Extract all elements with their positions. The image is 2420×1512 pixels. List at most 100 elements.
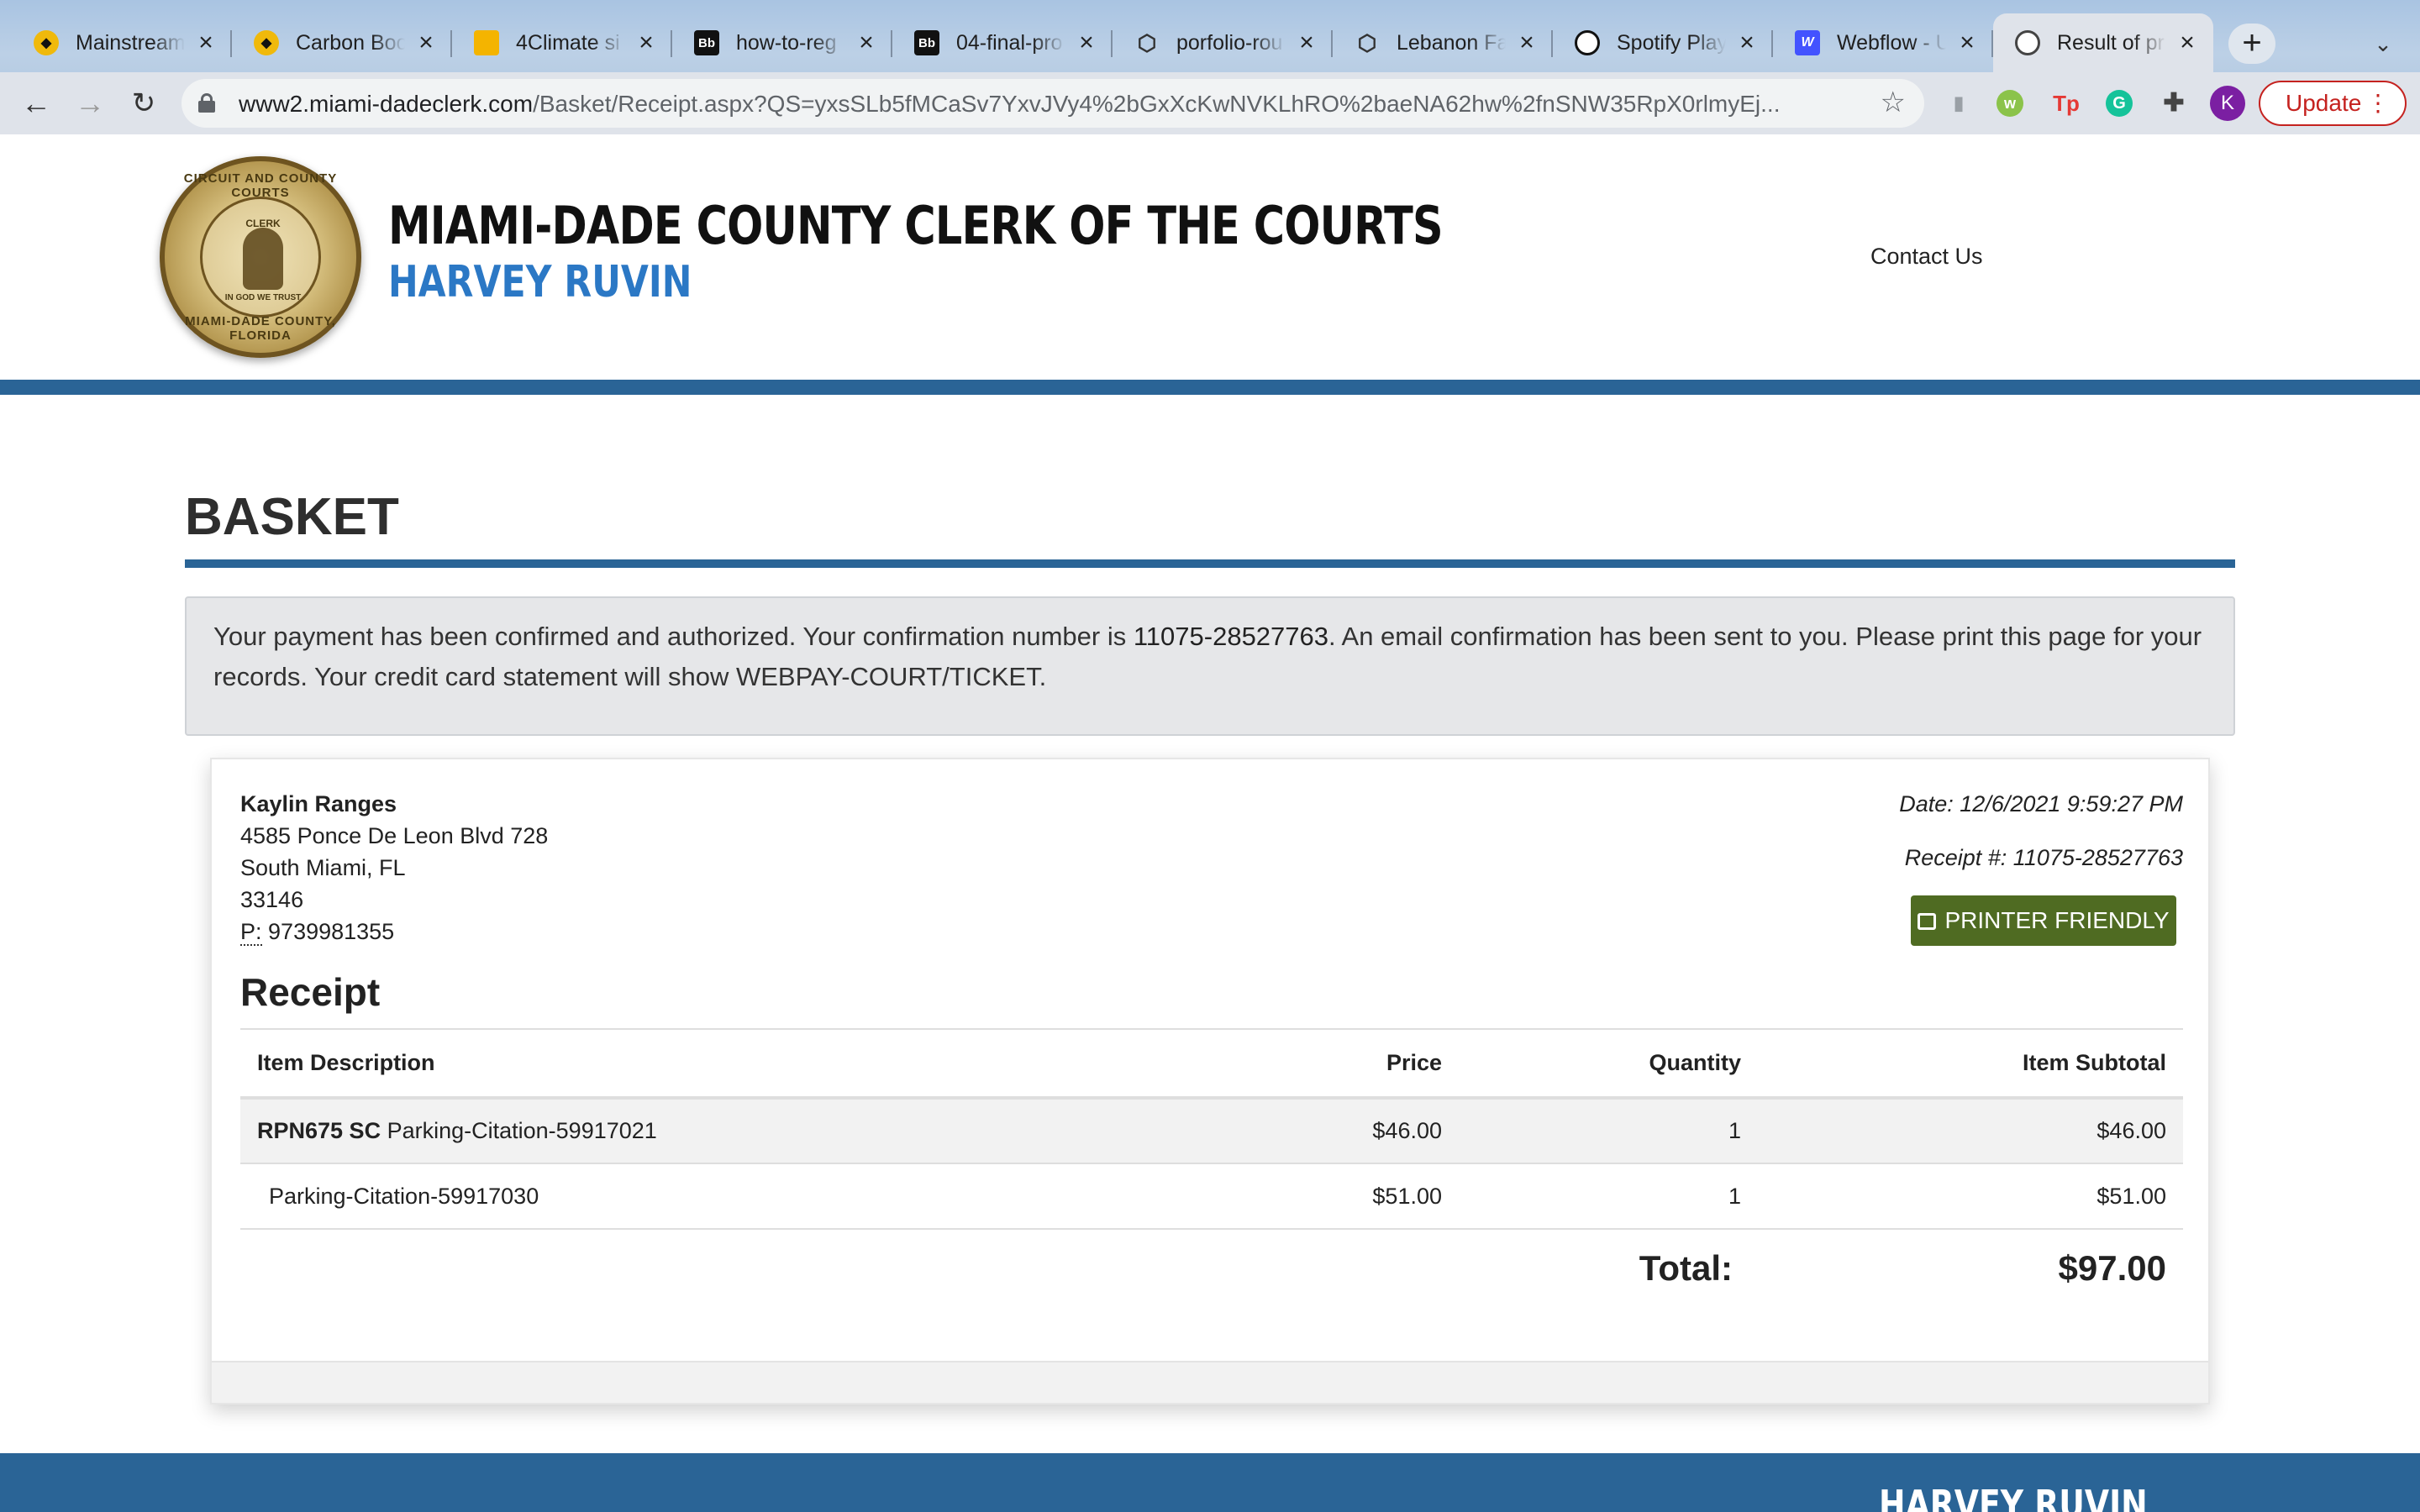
tab-how-to-reg[interactable]: Bb how-to-reg × bbox=[672, 13, 892, 72]
item-price: $51.00 bbox=[1215, 1163, 1442, 1230]
close-icon[interactable]: × bbox=[193, 30, 218, 55]
address-bar[interactable]: www2.miami-dadeclerk.com/Basket/Receipt.… bbox=[182, 79, 1924, 128]
phone-label: P: bbox=[240, 919, 262, 946]
codesandbox-icon: ⬡ bbox=[1357, 29, 1377, 55]
codesandbox-icon: ⬡ bbox=[1137, 29, 1157, 55]
tab-title: how-to-reg bbox=[736, 30, 837, 55]
close-icon[interactable]: × bbox=[634, 30, 659, 55]
extensions-puzzle-icon[interactable]: ✚ bbox=[2158, 87, 2190, 119]
binance-icon: ◆ bbox=[254, 30, 279, 55]
county-seal-logo: CIRCUIT AND COUNTY COURTS CLERK IN GOD W… bbox=[160, 156, 361, 358]
profile-avatar[interactable]: K bbox=[2210, 86, 2245, 121]
update-button[interactable]: Update ⋮ bbox=[2259, 81, 2407, 126]
close-icon[interactable]: × bbox=[1514, 30, 1539, 55]
total-spacer bbox=[1215, 1229, 1442, 1306]
close-icon[interactable]: × bbox=[2175, 30, 2200, 55]
tab-04-final[interactable]: Bb 04-final-pro × bbox=[892, 13, 1113, 72]
column-header-description: Item Description bbox=[240, 1028, 1215, 1100]
receipt-card-footer bbox=[212, 1361, 2208, 1403]
tab-lebanon[interactable]: ⬡ Lebanon Fa × bbox=[1333, 13, 1553, 72]
browser-toolbar: ← → ↻ www2.miami-dadeclerk.com/Basket/Re… bbox=[0, 72, 2420, 134]
close-icon[interactable]: × bbox=[1734, 30, 1760, 55]
item-quantity: 1 bbox=[1442, 1163, 1741, 1230]
update-label: Update bbox=[2286, 90, 2362, 116]
receipt-heading: Receipt bbox=[240, 970, 381, 1014]
tab-spotify[interactable]: Spotify Play × bbox=[1553, 13, 1773, 72]
customer-name: Kaylin Ranges bbox=[240, 791, 397, 816]
site-footer: HARVEY RUVIN bbox=[0, 1453, 2420, 1512]
reload-icon[interactable]: ↻ bbox=[123, 82, 165, 124]
customer-zip: 33146 bbox=[240, 887, 304, 912]
customer-phone: 9739981355 bbox=[268, 919, 395, 944]
table-row: Parking-Citation-59917030 $51.00 1 $51.0… bbox=[240, 1163, 2183, 1230]
close-icon[interactable]: × bbox=[1954, 30, 1980, 55]
close-icon[interactable]: × bbox=[854, 30, 879, 55]
customer-street: 4585 Ponce De Leon Blvd 728 bbox=[240, 823, 549, 848]
more-menu-icon[interactable]: ⋮ bbox=[2366, 82, 2390, 124]
extension-w-icon[interactable]: w bbox=[1996, 90, 2023, 117]
item-description: Parking-Citation-59917030 bbox=[240, 1163, 1215, 1230]
tab-carbon-book[interactable]: ◆ Carbon Boo × bbox=[232, 13, 452, 72]
printer-friendly-label: PRINTER FRIENDLY bbox=[1944, 907, 2170, 933]
payment-confirmation-alert: Your payment has been confirmed and auth… bbox=[185, 596, 2235, 736]
table-row: RPN675 SC Parking-Citation-59917021 $46.… bbox=[240, 1098, 2183, 1164]
webflow-icon: W bbox=[1795, 30, 1820, 55]
browser-chrome: ◆ Mainstream × ◆ Carbon Boo × 4Climate s… bbox=[0, 0, 2420, 134]
ticket-number: RPN675 SC bbox=[257, 1118, 381, 1143]
bookmark-star-icon[interactable]: ☆ bbox=[1881, 86, 1906, 119]
item-description: Parking-Citation-59917021 bbox=[387, 1118, 657, 1143]
tab-title: Lebanon Fa bbox=[1397, 30, 1506, 55]
new-tab-button[interactable]: + bbox=[2228, 24, 2275, 64]
total-spacer bbox=[240, 1229, 1215, 1306]
item-price: $46.00 bbox=[1215, 1098, 1442, 1164]
site-header: CIRCUIT AND COUNTY COURTS CLERK IN GOD W… bbox=[0, 134, 2420, 380]
total-row: Total: $97.00 bbox=[240, 1229, 2183, 1306]
close-icon[interactable]: × bbox=[413, 30, 439, 55]
seal-center: CLERK IN GOD WE TRUST bbox=[200, 197, 321, 318]
tab-title: 04-final-pro bbox=[956, 30, 1063, 55]
tab-title: Result of pr bbox=[2057, 30, 2165, 55]
lock-icon bbox=[198, 93, 215, 113]
tab-strip: ◆ Mainstream × ◆ Carbon Boo × 4Climate s… bbox=[12, 13, 2213, 72]
column-header-quantity: Quantity bbox=[1442, 1028, 1741, 1100]
seal-ring-bottom: MIAMI-DADE COUNTY, FLORIDA bbox=[185, 314, 336, 343]
printer-friendly-button[interactable]: PRINTER FRIENDLY bbox=[1911, 895, 2176, 946]
url-text[interactable]: www2.miami-dadeclerk.com/Basket/Receipt.… bbox=[239, 91, 1780, 118]
tab-4climate[interactable]: 4Climate si × bbox=[452, 13, 672, 72]
slides-icon bbox=[474, 30, 499, 55]
tab-title: Carbon Boo bbox=[296, 30, 405, 55]
contact-us-link[interactable]: Contact Us bbox=[1870, 244, 1983, 270]
receipt-date: Date: 12/6/2021 9:59:27 PM bbox=[1899, 791, 2183, 816]
forward-icon[interactable]: → bbox=[69, 82, 111, 124]
customer-phone-line: P: 9739981355 bbox=[240, 916, 548, 948]
page-title: BASKET bbox=[185, 488, 399, 546]
tab-result-active[interactable]: Result of pr × bbox=[1993, 13, 2213, 72]
blackboard-icon: Bb bbox=[914, 30, 939, 55]
site-title[interactable]: MIAMI-DADE COUNTY CLERK OF THE COURTS bbox=[388, 195, 1444, 256]
tab-search-icon[interactable]: ⌄ bbox=[2365, 25, 2402, 62]
tab-mainstream[interactable]: ◆ Mainstream × bbox=[12, 13, 232, 72]
close-icon[interactable]: × bbox=[1294, 30, 1319, 55]
header-divider bbox=[0, 380, 2420, 395]
tab-title: 4Climate si bbox=[516, 30, 620, 55]
binance-icon: ◆ bbox=[34, 30, 59, 55]
tab-title: Mainstream bbox=[76, 30, 185, 55]
site-subtitle[interactable]: HARVEY RUVIN bbox=[388, 257, 692, 307]
item-quantity: 1 bbox=[1442, 1098, 1741, 1164]
extension-tp-icon[interactable]: Tp bbox=[2050, 87, 2082, 119]
seal-motto: IN GOD WE TRUST bbox=[224, 293, 302, 302]
table-header-row: Item Description Price Quantity Item Sub… bbox=[240, 1028, 2183, 1100]
close-icon[interactable]: × bbox=[1074, 30, 1099, 55]
tab-title: porfolio-rou bbox=[1176, 30, 1283, 55]
tab-porfolio[interactable]: ⬡ porfolio-rou × bbox=[1113, 13, 1333, 72]
column-header-subtotal: Item Subtotal bbox=[1741, 1028, 2183, 1100]
extension-bookmark-icon[interactable]: ▮ bbox=[1943, 87, 1975, 119]
tab-webflow[interactable]: W Webflow - U × bbox=[1773, 13, 1993, 72]
heading-divider bbox=[185, 559, 2235, 568]
receipt-meta: Date: 12/6/2021 9:59:27 PM Receipt #: 11… bbox=[1899, 788, 2183, 895]
footer-clerk-name: HARVEY RUVIN bbox=[1879, 1482, 2148, 1512]
grammarly-icon[interactable]: G bbox=[2106, 90, 2133, 117]
total-label: Total: bbox=[1639, 1247, 1733, 1288]
back-icon[interactable]: ← bbox=[15, 82, 57, 124]
blackboard-icon: Bb bbox=[694, 30, 719, 55]
